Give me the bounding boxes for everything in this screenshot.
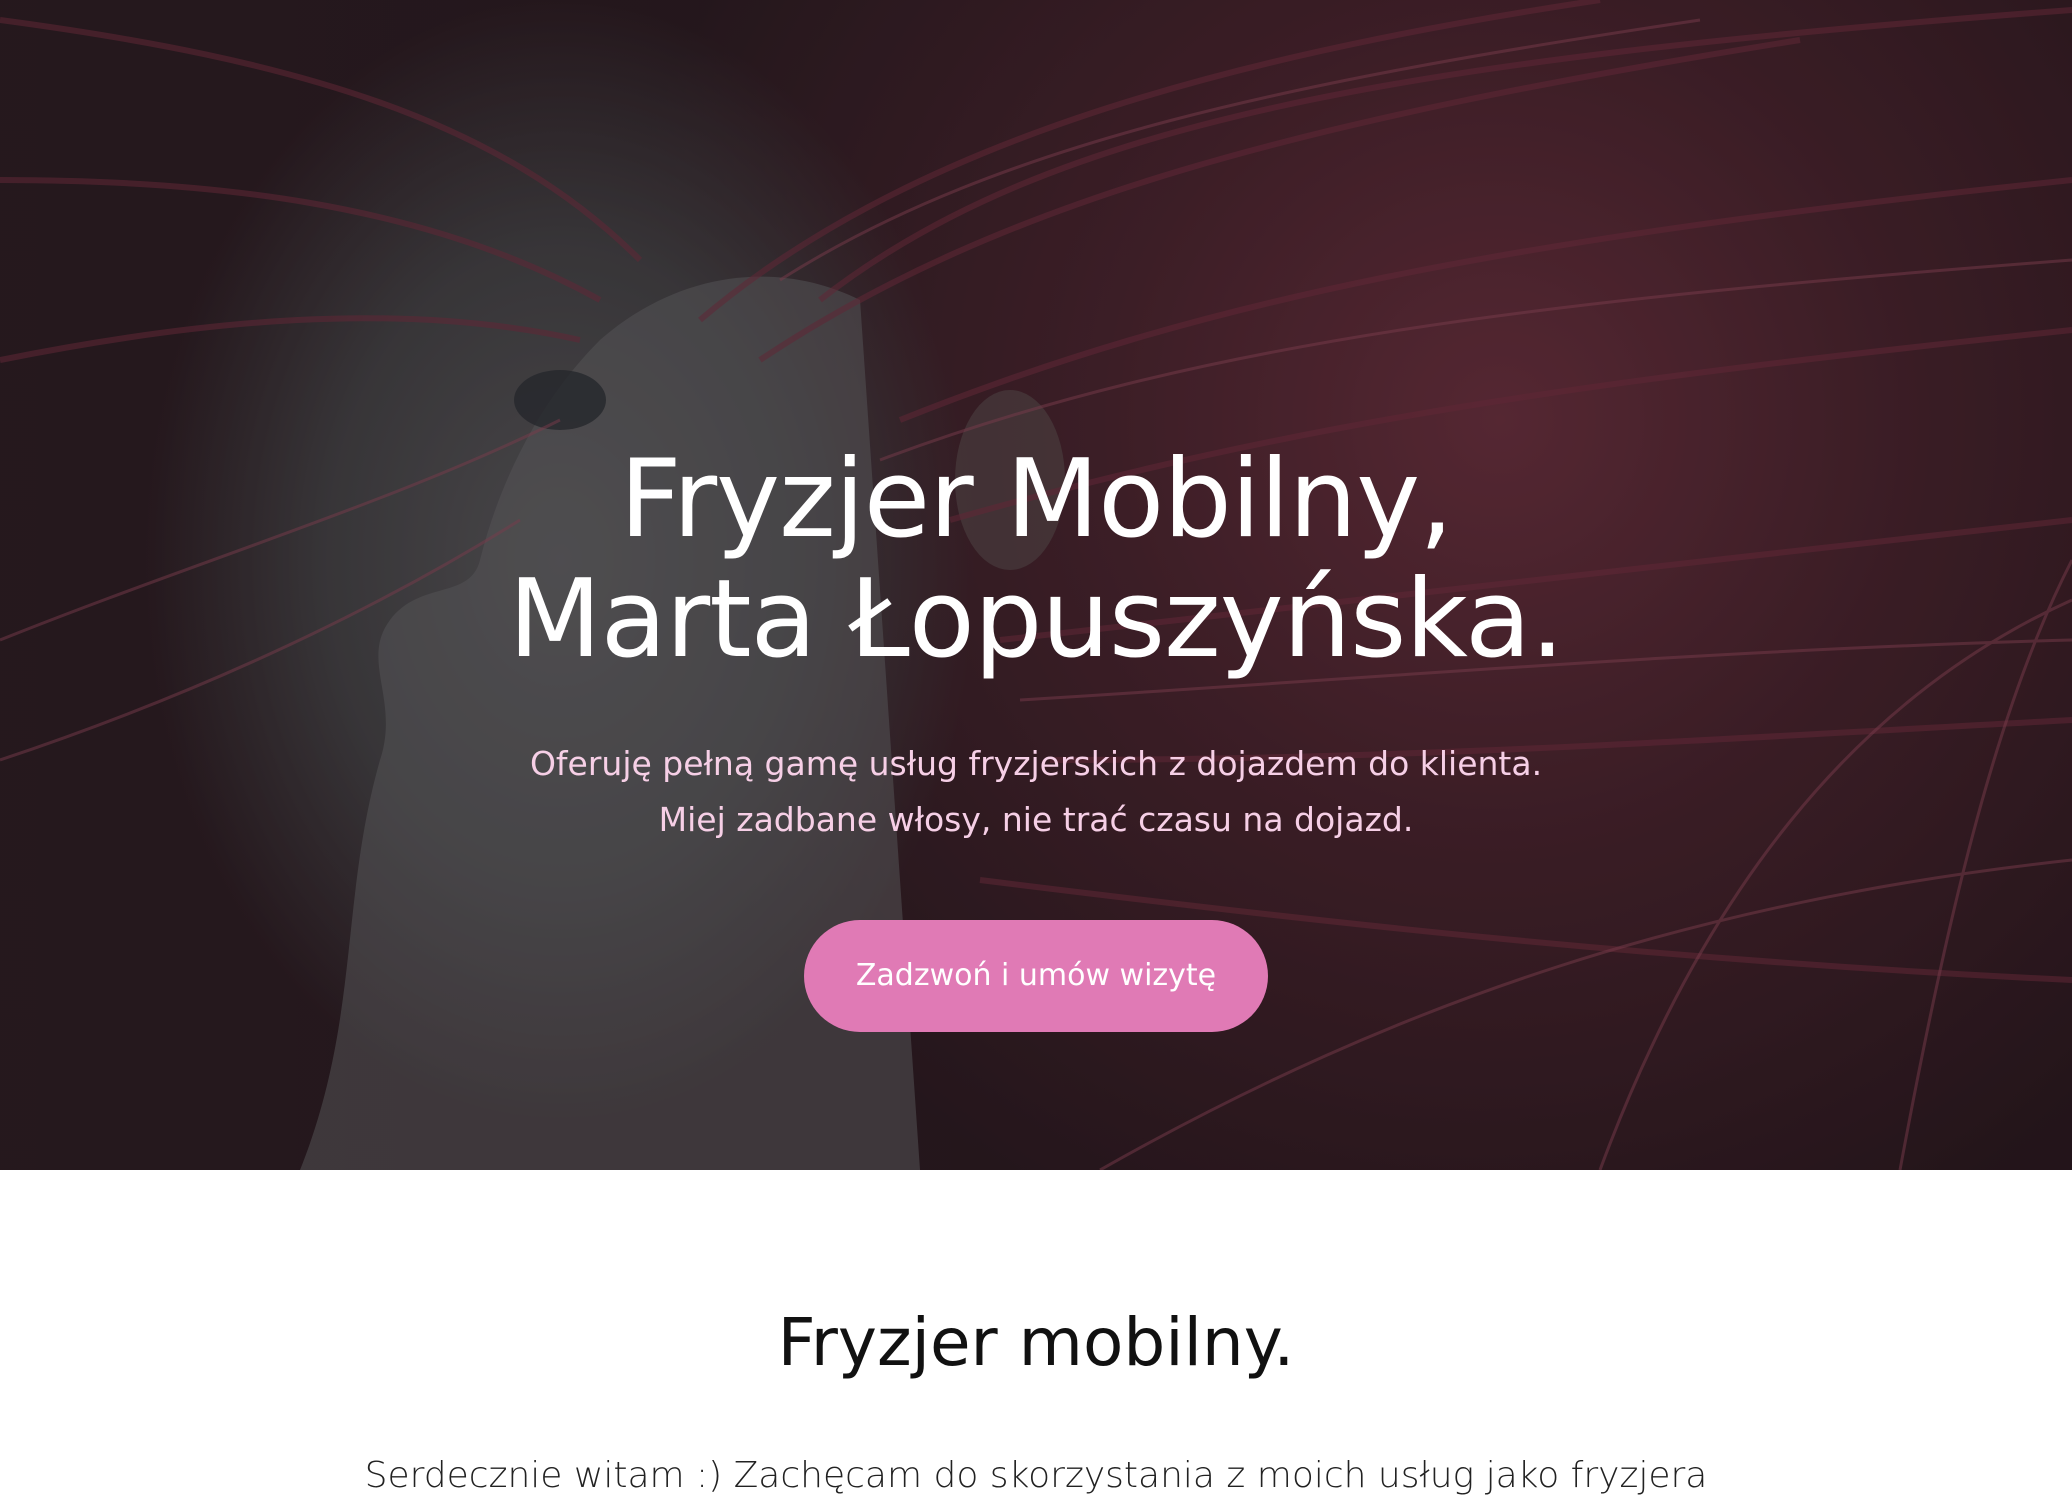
hero-content: Fryzjer Mobilny, Marta Łopuszyńska. Ofer… <box>0 440 2072 1032</box>
hero-title-line1: Fryzjer Mobilny, <box>619 437 1454 562</box>
hero-title-line2: Marta Łopuszyńska. <box>508 557 1564 682</box>
hero-section: Fryzjer Mobilny, Marta Łopuszyńska. Ofer… <box>0 0 2072 1170</box>
hero-subtitle-line1: Oferuję pełną gamę usług fryzjerskich z … <box>529 744 1543 783</box>
intro-section: Fryzjer mobilny. Serdecznie witam :) Zac… <box>0 1170 2072 1502</box>
call-and-book-button[interactable]: Zadzwoń i umów wizytę <box>804 920 1268 1032</box>
intro-title: Fryzjer mobilny. <box>777 1304 1295 1381</box>
intro-text: Serdecznie witam :) Zachęcam do skorzyst… <box>364 1455 1708 1496</box>
hero-title: Fryzjer Mobilny, Marta Łopuszyńska. <box>0 440 2072 680</box>
hero-subtitle-line2: Miej zadbane włosy, nie trać czasu na do… <box>658 800 1414 839</box>
hero-subtitle: Oferuję pełną gamę usług fryzjerskich z … <box>436 736 1636 848</box>
